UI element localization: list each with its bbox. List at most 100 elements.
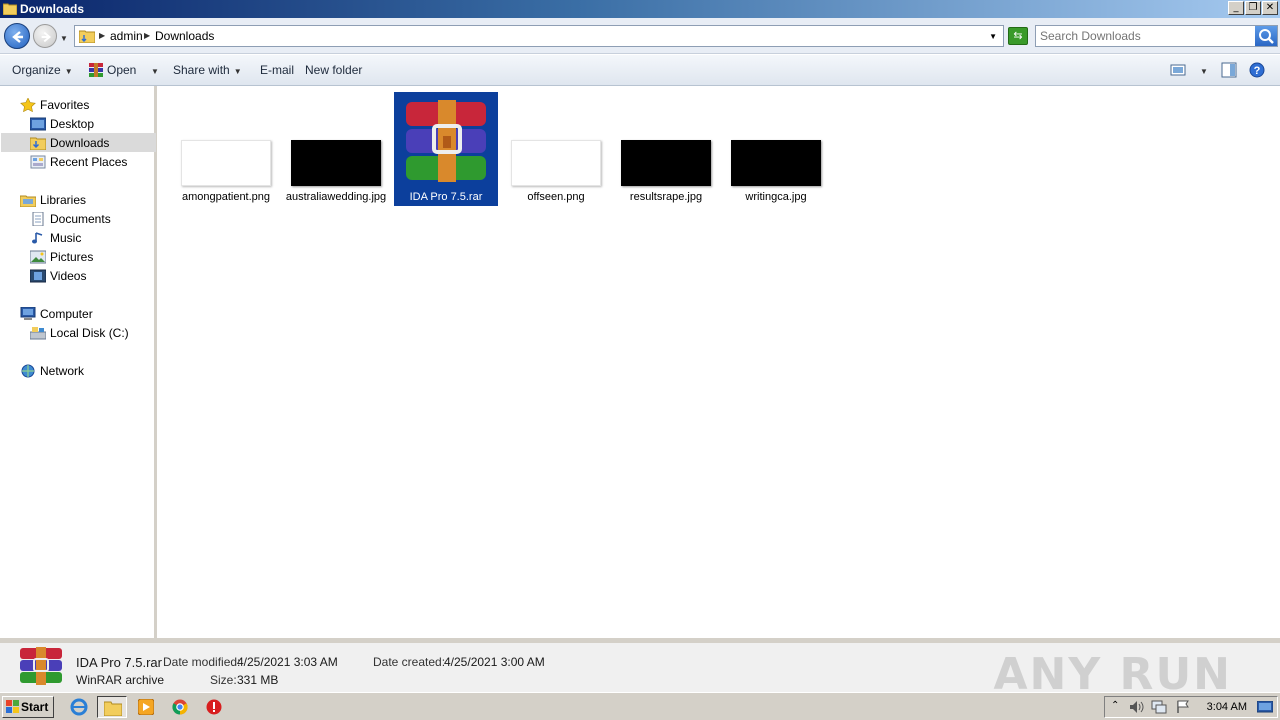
title-bar[interactable]: Downloads _ ❐ ✕ bbox=[0, 0, 1280, 18]
breadcrumb-admin[interactable]: admin bbox=[110, 29, 143, 43]
search-input[interactable] bbox=[1040, 28, 1250, 44]
file-item[interactable]: amongpatient.png bbox=[174, 92, 278, 206]
chevron-down-icon: ▼ bbox=[64, 67, 73, 76]
clock[interactable]: 3:04 AM bbox=[1207, 701, 1247, 713]
file-name: amongpatient.png bbox=[181, 191, 271, 203]
organize-label: Organize bbox=[12, 63, 61, 77]
file-name: resultsrape.jpg bbox=[629, 191, 703, 203]
recent-pages-dropdown[interactable]: ▼ bbox=[60, 34, 68, 43]
taskbar-internet-explorer[interactable] bbox=[64, 696, 94, 718]
nav-downloads-label: Downloads bbox=[50, 136, 110, 150]
open-dropdown[interactable]: ▼ bbox=[147, 63, 159, 77]
file-item[interactable]: offseen.png bbox=[504, 92, 608, 206]
taskbar: Start ⌃ 3:04 AM bbox=[0, 692, 1280, 720]
winrar-archive-icon bbox=[20, 647, 62, 685]
preview-pane-icon[interactable] bbox=[1221, 62, 1237, 78]
view-options-icon[interactable] bbox=[1170, 63, 1186, 77]
address-bar[interactable]: ▶ admin ▶ Downloads ▼ bbox=[74, 25, 1004, 47]
star-icon bbox=[20, 98, 36, 112]
internet-explorer-icon bbox=[70, 698, 88, 716]
file-thumbnail bbox=[511, 140, 601, 186]
action-center-flag-icon[interactable] bbox=[1175, 700, 1191, 714]
close-button[interactable]: ✕ bbox=[1262, 1, 1278, 15]
details-file-name: IDA Pro 7.5.rar bbox=[76, 655, 162, 670]
nav-music-label: Music bbox=[50, 231, 82, 245]
stop-sign-icon bbox=[206, 699, 222, 715]
nav-computer-label: Computer bbox=[40, 307, 93, 321]
chrome-icon bbox=[172, 699, 188, 715]
documents-icon bbox=[32, 212, 44, 226]
minimize-button[interactable]: _ bbox=[1228, 1, 1244, 15]
arrow-left-icon bbox=[12, 31, 23, 43]
help-icon[interactable]: ? bbox=[1249, 62, 1265, 78]
email-button[interactable]: E-mail bbox=[260, 63, 294, 77]
media-player-icon bbox=[138, 699, 154, 715]
file-item[interactable]: writingca.jpg bbox=[724, 92, 828, 206]
open-button[interactable]: Open bbox=[107, 63, 136, 77]
winrar-icon bbox=[89, 63, 103, 77]
file-list[interactable]: amongpatient.png australiawedding.jpg ID… bbox=[160, 86, 1280, 638]
new-folder-button[interactable]: New folder bbox=[305, 63, 362, 77]
nav-videos-label: Videos bbox=[50, 269, 87, 283]
network-icon bbox=[21, 364, 35, 378]
taskbar-media-player[interactable] bbox=[131, 696, 161, 718]
forward-button[interactable] bbox=[33, 24, 57, 48]
start-label: Start bbox=[21, 700, 49, 714]
arrow-right-icon bbox=[41, 31, 52, 43]
chevron-down-icon: ▼ bbox=[233, 67, 242, 76]
breadcrumb-separator[interactable]: ▶ bbox=[99, 31, 105, 40]
back-button[interactable] bbox=[4, 23, 30, 49]
svg-text:?: ? bbox=[1254, 65, 1261, 77]
window-title: Downloads bbox=[20, 2, 85, 16]
file-name: offseen.png bbox=[527, 191, 585, 203]
chevron-down-icon: ▼ bbox=[1200, 67, 1208, 76]
nav-network-label: Network bbox=[40, 364, 85, 378]
share-with-button[interactable]: Share with ▼ bbox=[173, 63, 242, 77]
taskbar-explorer[interactable] bbox=[97, 696, 127, 718]
breadcrumb-downloads[interactable]: Downloads bbox=[155, 29, 214, 43]
chevron-down-icon: ▼ bbox=[151, 67, 159, 76]
folder-icon bbox=[104, 701, 122, 716]
date-created-label: Date created: bbox=[373, 655, 446, 669]
nav-desktop-label: Desktop bbox=[50, 117, 95, 131]
nav-favorites-label: Favorites bbox=[40, 98, 90, 112]
nav-pictures-label: Pictures bbox=[50, 250, 94, 264]
network-status-icon[interactable] bbox=[1151, 700, 1167, 714]
file-thumbnail bbox=[291, 140, 381, 186]
local-disk-icon bbox=[30, 327, 46, 340]
file-item[interactable]: resultsrape.jpg bbox=[614, 92, 718, 206]
organize-button[interactable]: Organize ▼ bbox=[12, 63, 73, 77]
file-item[interactable]: australiawedding.jpg bbox=[284, 92, 388, 206]
search-box[interactable] bbox=[1035, 25, 1278, 47]
start-button[interactable]: Start bbox=[2, 696, 54, 718]
music-icon bbox=[32, 232, 43, 244]
folder-icon bbox=[3, 3, 17, 15]
file-thumbnail bbox=[731, 140, 821, 186]
chevron-down-icon[interactable]: ▼ bbox=[989, 32, 997, 41]
folder-icon bbox=[79, 30, 95, 43]
view-dropdown[interactable]: ▼ bbox=[1196, 63, 1208, 77]
breadcrumb-separator[interactable]: ▶ bbox=[144, 31, 150, 40]
volume-icon[interactable] bbox=[1129, 700, 1145, 714]
file-item-selected[interactable]: IDA Pro 7.5.rar bbox=[394, 92, 498, 206]
recent-places-icon bbox=[30, 155, 46, 169]
date-modified-label: Date modified: bbox=[163, 655, 241, 669]
show-hidden-icons-icon[interactable]: ⌃ bbox=[1111, 700, 1119, 711]
share-with-label: Share with bbox=[173, 63, 230, 77]
search-button[interactable] bbox=[1255, 26, 1277, 46]
date-modified-value: 4/25/2021 3:03 AM bbox=[237, 655, 338, 669]
details-file-type: WinRAR archive bbox=[76, 673, 165, 687]
show-desktop-icon[interactable] bbox=[1257, 701, 1273, 714]
taskbar-stop-app[interactable] bbox=[199, 696, 229, 718]
address-row: ▼ ▶ admin ▶ Downloads ▼ ⇆ bbox=[0, 18, 1280, 54]
restore-button[interactable]: ❐ bbox=[1245, 1, 1261, 15]
winrar-archive-icon bbox=[406, 100, 486, 182]
refresh-button[interactable]: ⇆ bbox=[1008, 27, 1028, 45]
downloads-folder-icon bbox=[30, 137, 46, 150]
nav-local-disk-label: Local Disk (C:) bbox=[50, 326, 129, 340]
taskbar-chrome[interactable] bbox=[165, 696, 195, 718]
system-tray: ⌃ 3:04 AM bbox=[1104, 696, 1278, 718]
file-name: IDA Pro 7.5.rar bbox=[409, 191, 483, 203]
nav-recent-places-label: Recent Places bbox=[50, 155, 128, 169]
nav-libraries-label: Libraries bbox=[40, 193, 87, 207]
